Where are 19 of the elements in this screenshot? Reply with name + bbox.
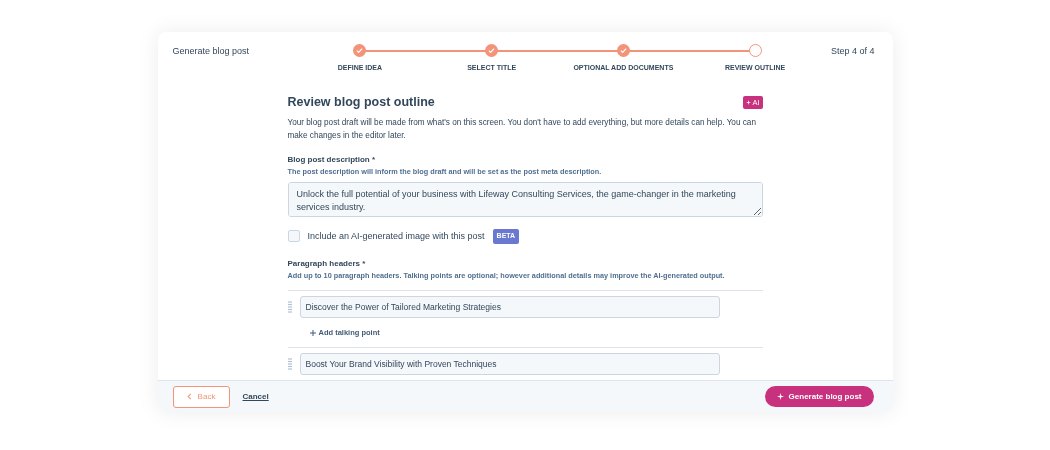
wizard-title: Generate blog post [172,45,250,58]
cancel-link[interactable]: Cancel [242,390,269,403]
field-label: Paragraph headers * [287,257,367,270]
description-field[interactable]: Unlock the full potential of your business with Lifeway Consulting Services, the game-changer in the marketing services industry. [287,182,763,218]
sparkle-icon [776,393,784,400]
sparkle-icon [746,100,752,105]
chevron-left-icon [186,392,192,400]
field-label: Blog post description * [287,154,377,167]
generate-button[interactable]: Generate blog post [764,386,874,407]
checkbox-label: Include an AI-generated image with this post [307,229,485,243]
section-title: Review blog post outline [287,95,435,110]
drag-handle-icon[interactable] [287,300,292,313]
step-counter: Step 4 of 4 [830,45,875,58]
plus-icon [309,329,316,336]
header-field[interactable]: Discover the Power of Tailored Marketing Strategies [299,295,720,318]
checkbox[interactable] [287,230,300,243]
intro-text: Your blog post draft will be made from what's on this screen. You don't have to add everything, but more details can help. You can make changes in the editor later. [287,117,757,143]
header-field[interactable]: Boost Your Brand Visibility with Proven Techniques [299,352,720,375]
drag-handle-icon[interactable] [287,357,292,370]
